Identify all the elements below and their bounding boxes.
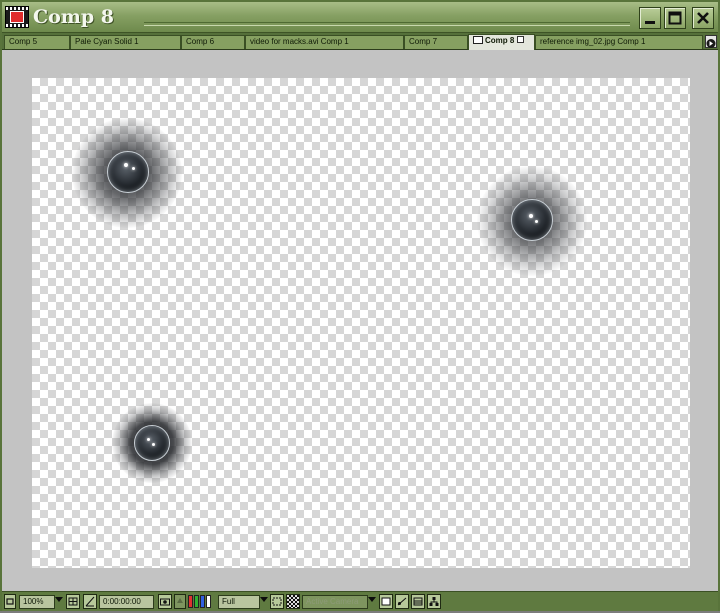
composition-viewer[interactable] xyxy=(2,50,718,591)
tab-pale-cyan-solid-1[interactable]: Pale Cyan Solid 1 xyxy=(70,35,181,49)
blue-channel-button[interactable] xyxy=(200,595,205,608)
transparency-grid-button[interactable] xyxy=(286,594,300,609)
snapshot-icon xyxy=(177,598,183,603)
view-layout-button[interactable] xyxy=(379,594,393,609)
flowchart-button[interactable] xyxy=(427,594,441,609)
maximize-button[interactable] xyxy=(664,7,686,29)
region-icon xyxy=(272,597,282,606)
current-time-field[interactable]: 0:00:00:00 xyxy=(99,595,154,609)
bubble-layer[interactable] xyxy=(477,166,587,276)
title-bar[interactable]: Comp 8 xyxy=(2,2,718,33)
always-preview-button[interactable] xyxy=(4,594,16,609)
tab-scroll-right-button[interactable] xyxy=(705,35,717,48)
timeline-button[interactable] xyxy=(411,594,425,609)
camera-select[interactable]: Active Camera xyxy=(302,595,368,609)
minimize-button[interactable] xyxy=(639,7,661,29)
tab-comp-5[interactable]: Comp 5 xyxy=(4,35,70,49)
bubble-layer[interactable] xyxy=(112,403,192,483)
pixel-aspect-button[interactable] xyxy=(395,594,409,609)
mask-icon xyxy=(85,596,95,607)
green-channel-button[interactable] xyxy=(194,595,199,608)
chevron-down-icon[interactable] xyxy=(260,597,268,602)
view-icon xyxy=(381,597,391,606)
magnification-select[interactable]: 100% xyxy=(19,595,55,609)
pixel-aspect-icon xyxy=(397,597,407,606)
tab-video-for-macks-comp-1[interactable]: video for macks.avi Comp 1 xyxy=(245,35,404,49)
camera-icon xyxy=(160,598,170,606)
preview-icon xyxy=(6,598,14,605)
minimize-icon xyxy=(645,21,655,24)
timeline-icon xyxy=(413,597,423,606)
play-arrow-icon xyxy=(706,39,716,48)
title-divider xyxy=(144,22,630,26)
composition-icon xyxy=(5,6,29,28)
window-title: Comp 8 xyxy=(33,6,115,28)
viewer-toolbar: 100% 0:00:00:00 Full Active Camera xyxy=(2,591,718,611)
grid-icon xyxy=(68,597,78,606)
region-of-interest-button[interactable] xyxy=(270,594,284,609)
transparency-grid-canvas[interactable] xyxy=(32,78,690,568)
show-snapshot-button[interactable] xyxy=(174,594,186,609)
chevron-down-icon[interactable] xyxy=(55,597,63,602)
composition-icon xyxy=(473,36,483,44)
mask-visibility-button[interactable] xyxy=(83,594,97,609)
flowchart-icon xyxy=(429,597,439,606)
resolution-select[interactable]: Full xyxy=(218,595,260,609)
close-button[interactable] xyxy=(692,7,714,29)
close-icon xyxy=(697,12,709,24)
red-channel-button[interactable] xyxy=(188,595,193,608)
composition-window: Comp 8 Comp 5 Pale Cyan Solid 1 Comp 6 v… xyxy=(0,0,720,611)
tab-reference-img-comp-1[interactable]: reference img_02.jpg Comp 1 xyxy=(535,35,703,49)
tab-comp-8[interactable]: Comp 8 xyxy=(468,34,535,50)
alpha-channel-button[interactable] xyxy=(206,595,211,608)
safe-zones-button[interactable] xyxy=(66,594,80,609)
tab-comp-6[interactable]: Comp 6 xyxy=(181,35,245,49)
tab-comp-7[interactable]: Comp 7 xyxy=(404,35,468,49)
maximize-icon xyxy=(668,11,682,25)
tab-close-icon[interactable] xyxy=(517,36,525,43)
snapshot-button[interactable] xyxy=(158,594,172,609)
bubble-layer[interactable] xyxy=(72,118,182,228)
chevron-down-icon[interactable] xyxy=(368,597,376,602)
comp-tab-bar: Comp 5 Pale Cyan Solid 1 Comp 6 video fo… xyxy=(2,33,718,50)
